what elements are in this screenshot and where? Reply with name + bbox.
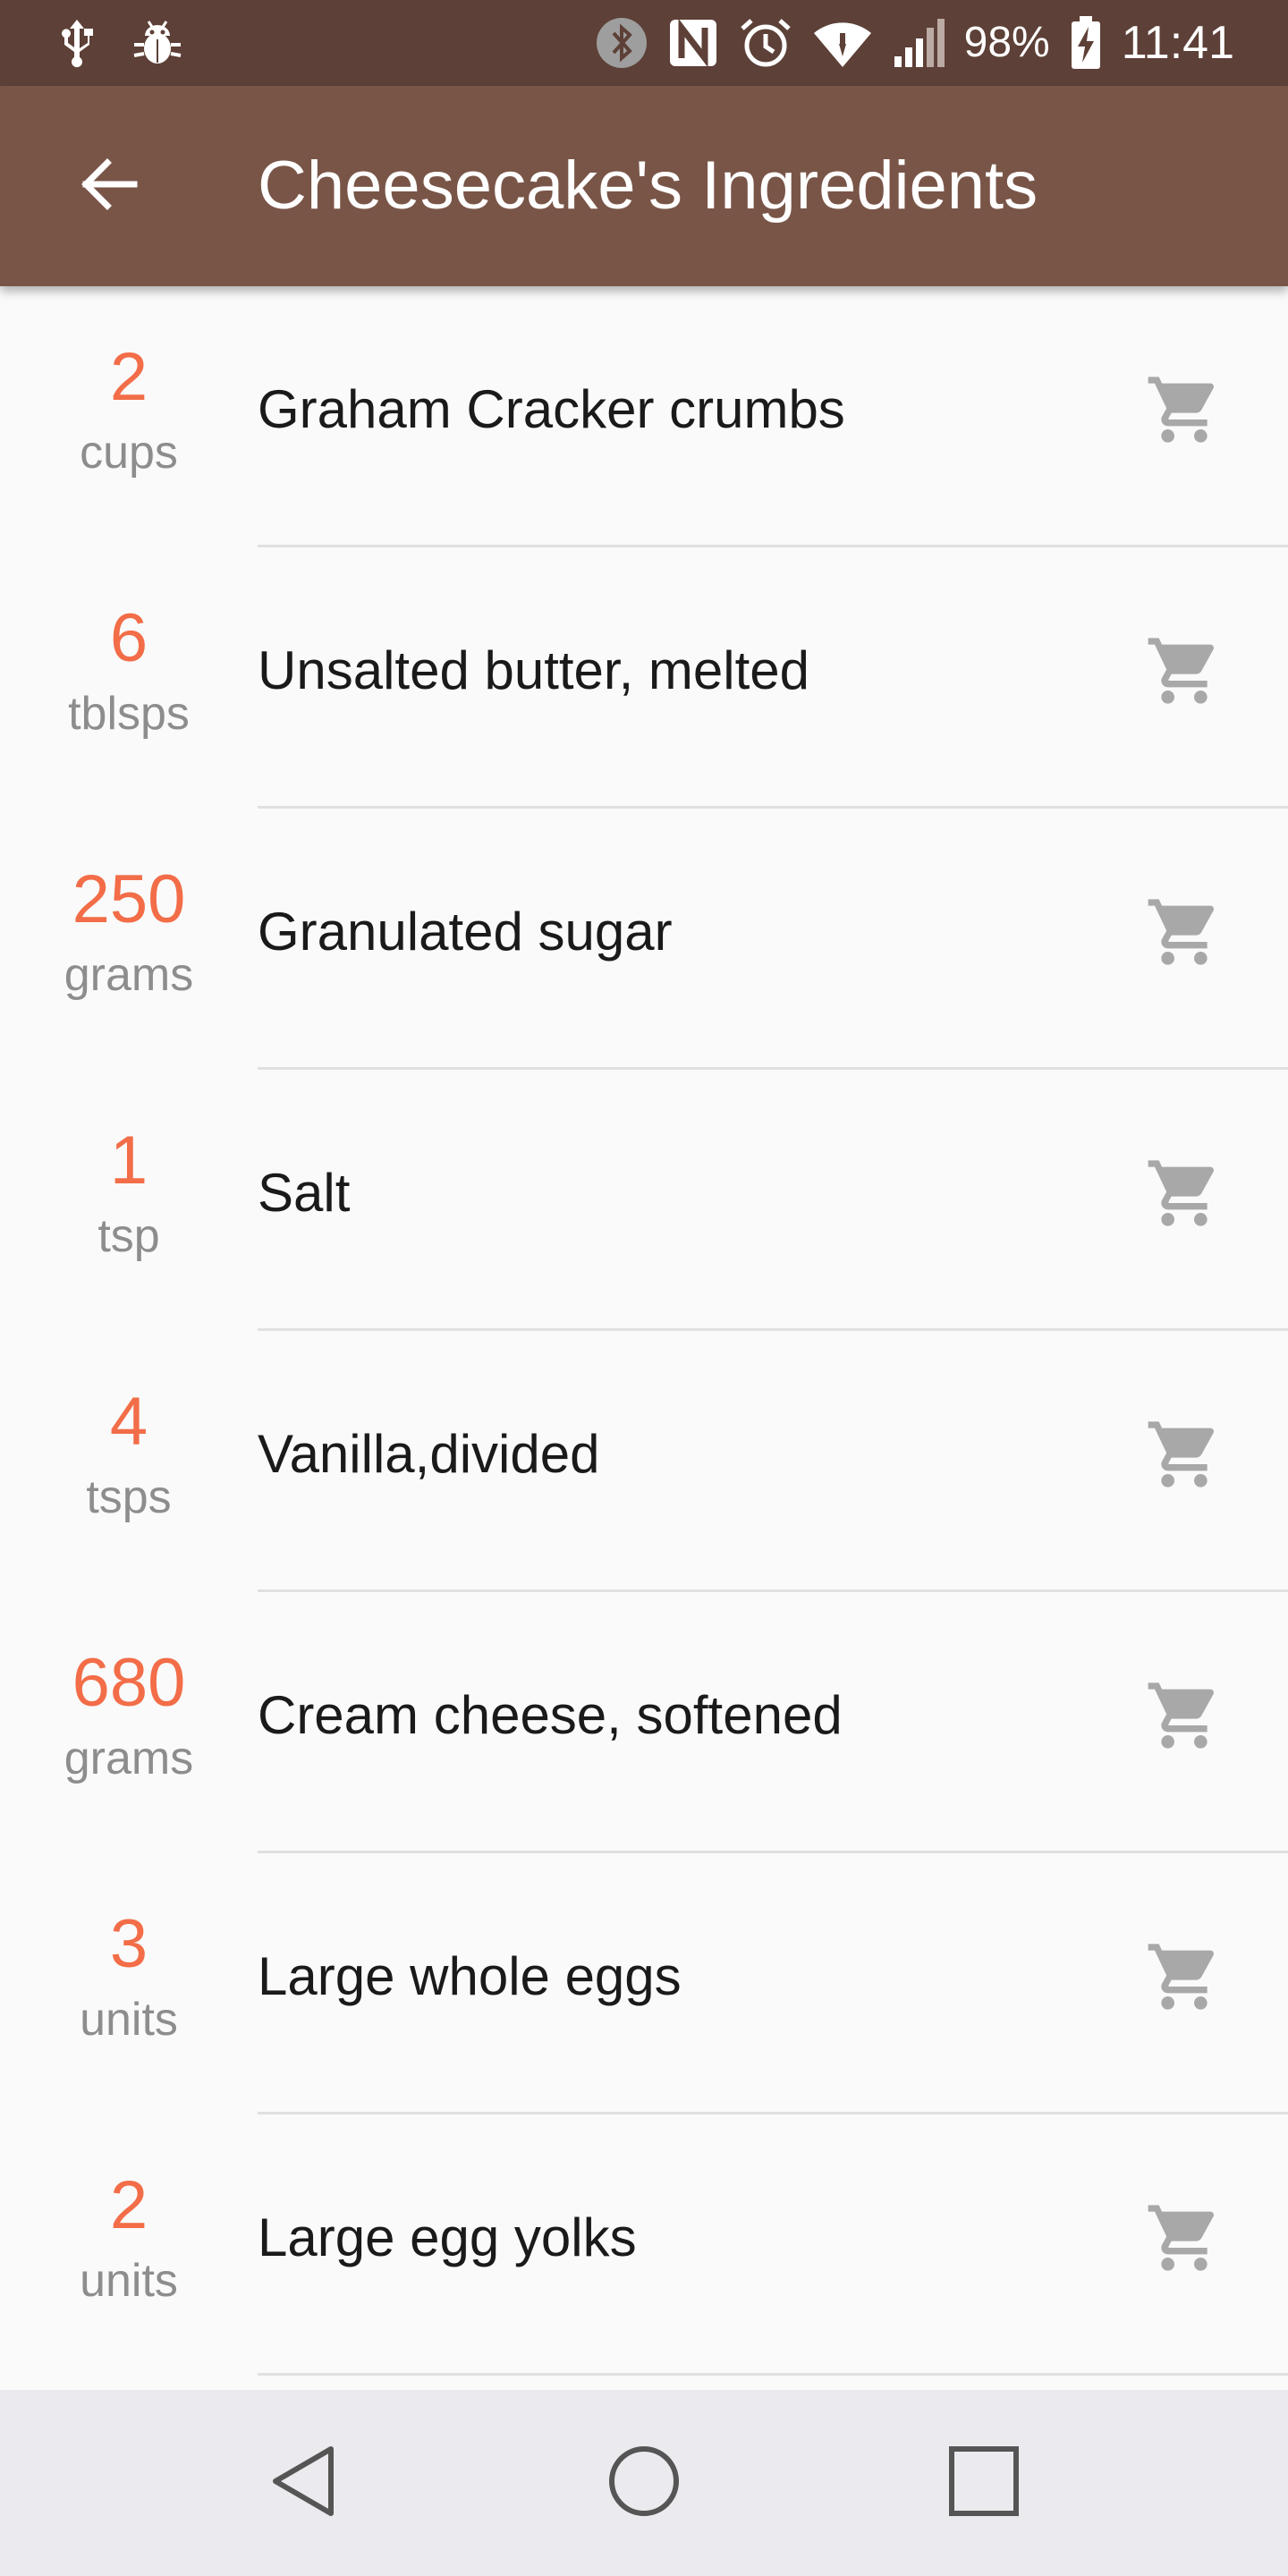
ingredient-name: Large egg yolks	[258, 2207, 637, 2267]
ingredient-row[interactable]: 1 tsp Salt	[0, 1070, 1288, 1331]
battery-percent: 98%	[963, 19, 1050, 66]
quantity: 2 cups	[0, 286, 258, 547]
ingredient-row[interactable]: 680 grams Cream cheese, softened	[0, 1592, 1288, 1853]
quantity-unit: tsp	[97, 1210, 160, 1262]
ingredient-list: 2 cups Graham Cracker crumbs 6 tblsps Un…	[0, 286, 1288, 2390]
bluetooth-icon	[596, 17, 648, 69]
usb-icon	[57, 18, 97, 68]
add-to-cart-button[interactable]	[1131, 2186, 1238, 2293]
add-to-cart-button[interactable]	[1131, 619, 1238, 726]
status-bar: 98% 11:41	[0, 0, 1288, 86]
ingredient-row[interactable]: 2 units Large egg yolks	[0, 2114, 1288, 2376]
quantity-unit: tblsps	[68, 688, 190, 740]
nav-back-icon	[268, 2444, 340, 2523]
cart-icon	[1145, 2199, 1224, 2282]
quantity-unit: grams	[64, 1733, 194, 1784]
navigation-bar	[0, 2390, 1288, 2576]
quantity-unit: cups	[80, 427, 178, 479]
cart-icon	[1145, 1937, 1224, 2021]
ingredient-name: Graham Cracker crumbs	[258, 379, 845, 439]
quantity-amount: 250	[72, 861, 186, 937]
quantity-unit: tsps	[86, 1471, 172, 1523]
ingredient-row[interactable]: 2 cups Graham Cracker crumbs	[0, 286, 1288, 547]
bug-icon	[132, 18, 182, 68]
cart-icon	[1145, 370, 1224, 453]
page-title: Cheesecake's Ingredients	[258, 148, 1038, 224]
ingredient-row[interactable]: 4 tsps Vanilla,divided	[0, 1331, 1288, 1592]
ingredient-name: Cream cheese, softened	[258, 1685, 843, 1745]
arrow-back-icon	[75, 152, 140, 221]
wifi-icon	[812, 17, 873, 69]
add-to-cart-button[interactable]	[1131, 1141, 1238, 1249]
add-to-cart-button[interactable]	[1131, 880, 1238, 987]
ingredient-row[interactable]: 6 tblsps Unsalted butter, melted	[0, 547, 1288, 809]
add-to-cart-button[interactable]	[1131, 1664, 1238, 1771]
cart-icon	[1145, 893, 1224, 976]
quantity-amount: 3	[109, 1906, 148, 1982]
ingredient-name: Granulated sugar	[258, 902, 673, 962]
status-bar-left	[57, 13, 182, 73]
nfc-icon	[667, 17, 719, 69]
status-bar-right: 98% 11:41	[596, 13, 1234, 73]
quantity-unit: grams	[64, 949, 194, 1001]
quantity: 1 tsp	[0, 1070, 258, 1331]
nav-back-button[interactable]	[250, 2429, 358, 2537]
quantity: 250 grams	[0, 809, 258, 1070]
quantity: 6 tblsps	[0, 547, 258, 809]
quantity: 3 units	[0, 1853, 258, 2114]
quantity: 4 tsps	[0, 1331, 258, 1592]
ingredient-name: Vanilla,divided	[258, 1424, 600, 1484]
cart-icon	[1145, 1415, 1224, 1498]
quantity-amount: 4	[109, 1384, 148, 1460]
ingredient-name: Salt	[258, 1163, 351, 1223]
nav-home-icon	[606, 2444, 682, 2523]
divider	[258, 2373, 1288, 2376]
add-to-cart-button[interactable]	[1131, 1925, 1238, 2032]
ingredient-name: Large whole eggs	[258, 1946, 682, 2006]
back-button[interactable]	[54, 132, 161, 240]
quantity-unit: units	[80, 1994, 178, 2046]
quantity-amount: 1	[109, 1123, 148, 1199]
battery-charging-icon	[1070, 16, 1102, 70]
quantity-amount: 6	[109, 600, 148, 676]
quantity-amount: 2	[109, 339, 148, 415]
app-bar: Cheesecake's Ingredients	[0, 86, 1288, 286]
quantity: 2 units	[0, 2114, 258, 2376]
quantity-amount: 2	[109, 2167, 148, 2243]
signal-icon	[893, 17, 945, 69]
nav-recents-button[interactable]	[930, 2429, 1038, 2537]
cart-icon	[1145, 1676, 1224, 1759]
ingredient-name: Unsalted butter, melted	[258, 640, 810, 700]
add-to-cart-button[interactable]	[1131, 1402, 1238, 1510]
add-to-cart-button[interactable]	[1131, 358, 1238, 465]
quantity: 680 grams	[0, 1592, 258, 1853]
alarm-icon	[739, 16, 792, 70]
cart-icon	[1145, 631, 1224, 715]
status-time: 11:41	[1121, 17, 1234, 69]
quantity-amount: 680	[72, 1645, 186, 1721]
cart-icon	[1145, 1154, 1224, 1237]
nav-recents-icon	[946, 2444, 1021, 2523]
ingredient-row[interactable]: 250 grams Granulated sugar	[0, 809, 1288, 1070]
ingredient-row[interactable]: 3 units Large whole eggs	[0, 1853, 1288, 2114]
quantity-unit: units	[80, 2255, 178, 2307]
nav-home-button[interactable]	[590, 2429, 698, 2537]
